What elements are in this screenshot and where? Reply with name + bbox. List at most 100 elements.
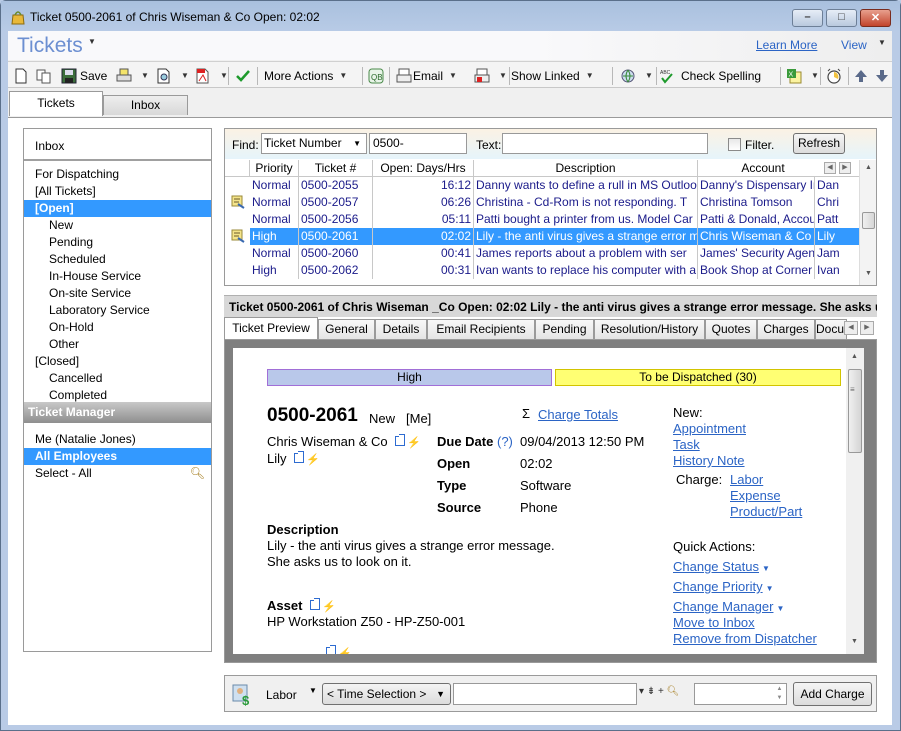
item-dropdown-icon[interactable]: ▾ [639,686,644,697]
search-icon[interactable]: 🔍︎ [190,465,205,482]
sidebar-item-all-tickets[interactable]: [All Tickets] [24,183,211,200]
tab-documents[interactable]: Documents [815,319,847,339]
check-spelling-button[interactable]: ABC Check Spelling [659,66,761,85]
preview-button[interactable]: ▼ [156,66,189,85]
sidebar-item-closed[interactable]: [Closed] [24,353,211,370]
excel-button[interactable]: X ▼ [786,66,819,85]
web-button[interactable]: ▼ [620,66,653,85]
email-button[interactable]: Email ▼ [396,66,457,85]
refresh-button[interactable]: Refresh [793,133,845,154]
change-status-action[interactable]: Change Status ▼ [673,559,770,574]
charge-expense-link[interactable]: Expense [730,488,781,503]
email-pdf-button[interactable]: ▼ [474,66,507,85]
change-manager-link[interactable]: Change Manager [673,599,773,614]
preview-scrollbar[interactable]: ▲ ≡ ▼ [846,348,864,654]
search-icon[interactable]: 🔍︎ [667,686,680,697]
charge-labor-link[interactable]: Labor [730,472,763,487]
table-row[interactable]: Normal 0500-2060 00:41 James reports about … [225,245,859,262]
charge-item-input[interactable] [453,683,637,705]
scroll-down-icon[interactable]: ▼ [860,270,877,277]
column-header-priority[interactable]: Priority [250,160,299,177]
sidebar-item-pending[interactable]: Pending [24,234,211,251]
new-task-link[interactable]: Task [673,437,700,452]
maximize-button[interactable]: □ [826,9,857,27]
sidebar-item-other[interactable]: Other [24,336,211,353]
change-manager-action[interactable]: Change Manager ▼ [673,599,784,614]
sidebar-item-new[interactable]: New [24,217,211,234]
more-actions-button[interactable]: More Actions ▼ [264,66,347,85]
grid-scroll-thumb[interactable] [862,212,875,229]
move-to-inbox-link[interactable]: Move to Inbox [673,615,755,630]
scroll-columns-right-icon[interactable]: ▶ [839,162,851,174]
sidebar-item-in-house-service[interactable]: In-House Service [24,268,211,285]
new-appointment-link[interactable]: Appointment [673,421,746,436]
close-button[interactable]: ✕ [860,9,891,27]
find-field-select[interactable]: Ticket Number ▼ [261,133,367,154]
remove-from-dispatcher-link[interactable]: Remove from Dispatcher [673,631,817,646]
email-dropdown-icon[interactable]: ▼ [449,71,457,80]
sidebar-item-scheduled[interactable]: Scheduled [24,251,211,268]
filter-checkbox[interactable] [728,138,741,151]
tab-details[interactable]: Details [375,319,427,339]
scroll-columns-left-icon[interactable]: ◀ [824,162,836,174]
find-value-input[interactable]: 0500- [369,133,467,154]
column-header-flag[interactable] [225,160,250,177]
item-filter-icon[interactable]: ⇟ [647,686,655,697]
sidebar-item-open[interactable]: [Open] [24,200,211,217]
table-row[interactable]: High 0500-2062 00:31 Ivan wants to replace … [225,262,859,279]
table-row[interactable]: Normal 0500-2056 05:11 Patti bought a print… [225,211,859,228]
complete-button[interactable] [235,66,254,85]
tabs-scroll-right-icon[interactable]: ▶ [860,321,874,335]
open-contact-icon[interactable] [294,451,305,463]
tab-quotes[interactable]: Quotes [705,319,757,339]
sidebar-item-inbox[interactable]: Inbox [24,138,211,155]
text-search-input[interactable] [502,133,708,154]
item-quick-icon[interactable]: ⚡ [338,647,352,654]
print-button[interactable]: ▼ [116,66,149,85]
module-dropdown-icon[interactable]: ▼ [88,37,96,46]
scroll-up-icon[interactable]: ▲ [860,164,877,171]
column-header-open[interactable]: Open: Days/Hrs [373,160,474,177]
scroll-down-icon[interactable]: ▼ [846,638,863,645]
module-title[interactable]: Tickets [17,34,83,58]
sidebar-item-cancelled[interactable]: Cancelled [24,370,211,387]
open-item-icon[interactable] [326,645,336,654]
time-selection-dropdown[interactable]: < Time Selection > ▼ [322,683,451,705]
tab-tickets[interactable]: Tickets [9,91,103,116]
manager-item-all-employees[interactable]: All Employees [24,448,211,465]
charge-type-label[interactable]: Labor [266,688,297,702]
table-row[interactable]: Normal 0500-2055 16:12 Danny wants to defin… [225,177,859,194]
print-dropdown-icon[interactable]: ▼ [141,71,149,80]
web-dropdown-icon[interactable]: ▼ [645,71,653,80]
account-quick-icon[interactable]: ⚡ [407,436,421,449]
scroll-up-icon[interactable]: ▲ [846,353,863,360]
copy-button[interactable] [36,66,55,85]
tab-ticket-preview[interactable]: Ticket Preview [224,317,318,339]
sidebar-item-on-site-service[interactable]: On-site Service [24,285,211,302]
quantity-stepper[interactable]: ▲ ▼ [774,685,785,703]
timer-button[interactable] [826,66,845,85]
contact-quick-icon[interactable]: ⚡ [306,453,320,466]
sidebar-item-on-hold[interactable]: On-Hold [24,319,211,336]
previous-ticket-button[interactable] [853,66,872,85]
tab-inbox[interactable]: Inbox [103,95,188,115]
change-priority-action[interactable]: Change Priority ▼ [673,579,774,594]
open-account-icon[interactable] [395,434,406,446]
view-dropdown-icon[interactable]: ▼ [878,38,886,47]
tabs-scroll-left-icon[interactable]: ◀ [844,321,858,335]
table-row[interactable]: Normal 0500-2057 06:26 Christina - Cd-Rom i… [225,194,859,211]
tab-resolution-history[interactable]: Resolution/History [594,319,705,339]
excel-dropdown-icon[interactable]: ▼ [811,71,819,80]
pdf-button[interactable]: ▼ [195,66,228,85]
add-charge-button[interactable]: Add Charge [793,682,872,706]
email-pdf-dropdown-icon[interactable]: ▼ [499,71,507,80]
charge-totals-link[interactable]: Charge Totals [538,407,618,422]
minimize-button[interactable]: – [792,9,823,27]
tab-charges[interactable]: Charges [757,319,815,339]
preview-dropdown-icon[interactable]: ▼ [181,71,189,80]
change-priority-link[interactable]: Change Priority [673,579,763,594]
sidebar-item-for-dispatching[interactable]: For Dispatching [24,166,211,183]
charge-type-dropdown-icon[interactable]: ▼ [309,686,317,695]
column-header-ticket[interactable]: Ticket # [299,160,373,177]
table-row[interactable]: High 0500-2061 02:02 Lily - the anti virus … [225,228,859,245]
